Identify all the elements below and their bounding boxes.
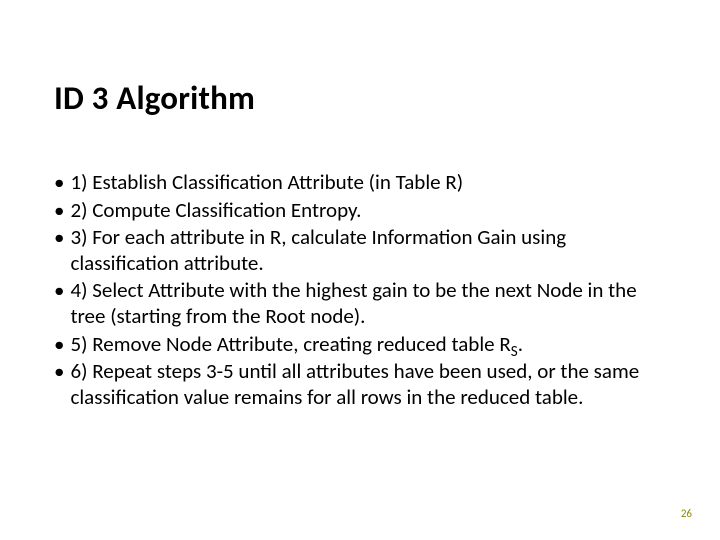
list-item: • 5) Remove Node Attribute, creating red… bbox=[54, 332, 654, 358]
list-item: • 3) For each attribute in R, calculate … bbox=[54, 225, 654, 276]
bullet-text: 5) Remove Node Attribute, creating reduc… bbox=[70, 332, 654, 358]
bullet5-suffix: . bbox=[518, 331, 523, 357]
bullet-text: 2) Compute Classification Entropy. bbox=[70, 198, 654, 224]
bullet-text: 3) For each attribute in R, calculate In… bbox=[70, 225, 654, 276]
list-item: • 2) Compute Classification Entropy. bbox=[54, 198, 654, 224]
bullet5-main: 5) Remove Node Attribute, creating reduc… bbox=[70, 331, 510, 357]
slide-title: ID 3 Algorithm bbox=[54, 78, 255, 118]
bullet-text: 4) Select Attribute with the highest gai… bbox=[70, 278, 654, 329]
slide: ID 3 Algorithm • 1) Establish Classifica… bbox=[0, 0, 720, 540]
list-item: • 6) Repeat steps 3-5 until all attribut… bbox=[54, 359, 654, 410]
list-item: • 4) Select Attribute with the highest g… bbox=[54, 278, 654, 329]
bullet-glyph: • bbox=[54, 359, 64, 410]
bullet-glyph: • bbox=[54, 332, 64, 358]
slide-body: • 1) Establish Classification Attribute … bbox=[54, 170, 654, 412]
bullet-glyph: • bbox=[54, 198, 64, 224]
list-item: • 1) Establish Classification Attribute … bbox=[54, 170, 654, 196]
bullet-glyph: • bbox=[54, 225, 64, 276]
bullet-glyph: • bbox=[54, 170, 64, 196]
page-number: 26 bbox=[681, 507, 692, 520]
bullet-text: 6) Repeat steps 3-5 until all attributes… bbox=[70, 359, 654, 410]
bullet-glyph: • bbox=[54, 278, 64, 329]
bullet-text: 1) Establish Classification Attribute (i… bbox=[70, 170, 654, 196]
